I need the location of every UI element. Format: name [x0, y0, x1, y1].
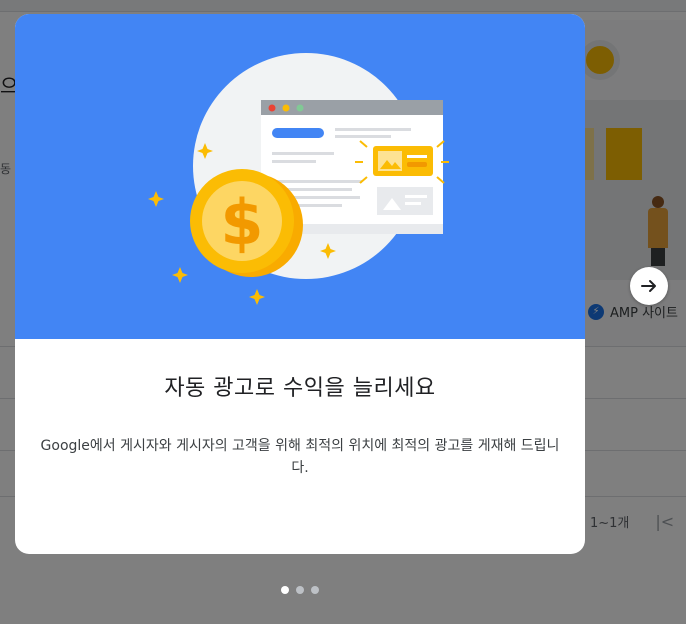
arrow-right-icon: [641, 280, 656, 292]
svg-text:$: $: [220, 186, 263, 259]
page-dot-2[interactable]: [296, 586, 304, 594]
auto-ads-dialog: $ 자동 광고로 수익을 늘리세요 Google에서 게시자와 게시자의 고객을…: [15, 14, 585, 554]
page-dot-3[interactable]: [311, 586, 319, 594]
hero-svg: $: [148, 53, 449, 305]
carousel-next-button[interactable]: [630, 267, 668, 305]
dialog-title: 자동 광고로 수익을 늘리세요: [164, 376, 436, 401]
dialog-description: Google에서 게시자와 게시자의 고객을 위해 최적의 위치에 최적의 광고…: [40, 438, 560, 476]
carousel-page-indicator: [281, 586, 319, 594]
page-dot-1[interactable]: [281, 586, 289, 594]
hero-illustration: $: [15, 14, 585, 339]
